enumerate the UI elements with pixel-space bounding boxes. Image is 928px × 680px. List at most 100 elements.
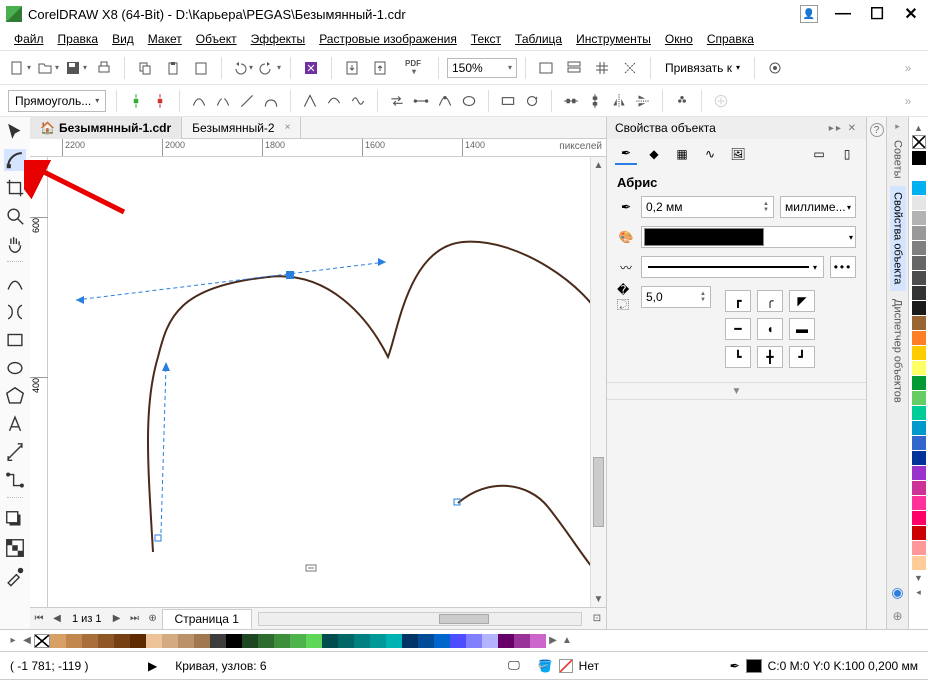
color-swatch[interactable] <box>450 634 466 648</box>
eyedropper-tool[interactable] <box>4 565 26 587</box>
color-swatch[interactable] <box>912 346 926 360</box>
color-swatch[interactable] <box>290 634 306 648</box>
break-nodes-button[interactable] <box>214 92 232 110</box>
color-swatch[interactable] <box>466 634 482 648</box>
color-swatch[interactable] <box>178 634 194 648</box>
color-swatch[interactable] <box>242 634 258 648</box>
align-nodes-h-button[interactable] <box>562 92 580 110</box>
color-swatch[interactable] <box>912 331 926 345</box>
extend-curve-button[interactable] <box>412 92 430 110</box>
outline-indicator[interactable]: ✒ C:0 M:0 Y:0 K:100 0,200 мм <box>730 659 918 673</box>
rectangle-tool[interactable] <box>4 329 26 351</box>
position-center-button[interactable]: ╋ <box>757 346 783 368</box>
color-swatch[interactable] <box>210 634 226 648</box>
join-nodes-button[interactable] <box>190 92 208 110</box>
transparency-tab[interactable]: ▦ <box>671 143 693 165</box>
color-swatch[interactable] <box>258 634 274 648</box>
color-swatch[interactable] <box>274 634 290 648</box>
position-inside-button[interactable]: ┛ <box>789 346 815 368</box>
cusp-node-button[interactable] <box>301 92 319 110</box>
curve-tab[interactable]: ∿ <box>699 143 721 165</box>
color-swatch[interactable] <box>912 466 926 480</box>
menu-edit[interactable]: Правка <box>58 32 99 46</box>
export-button[interactable] <box>368 56 392 80</box>
color-swatch[interactable] <box>912 256 926 270</box>
add-docker-icon[interactable]: ⊕ <box>892 603 902 629</box>
menu-table[interactable]: Таблица <box>515 32 562 46</box>
crop-tool[interactable] <box>4 177 26 199</box>
shape-tool[interactable] <box>4 149 26 171</box>
parallel-dimension-tool[interactable] <box>4 441 26 463</box>
drawing-canvas[interactable] <box>48 157 590 607</box>
color-swatch[interactable] <box>912 301 926 315</box>
miter-limit-input[interactable]: 5,0▲▼ <box>641 286 711 308</box>
outline-color-combo[interactable]: ▾ <box>641 226 856 248</box>
menu-view[interactable]: Вид <box>112 32 134 46</box>
docker-collapse-button[interactable]: ▼ <box>607 382 866 400</box>
vertical-ruler[interactable]: 600 400 <box>30 157 48 607</box>
color-swatch[interactable] <box>912 181 926 195</box>
stretch-nodes-button[interactable] <box>499 92 517 110</box>
toolbar-overflow[interactable]: » <box>896 56 920 80</box>
redo-button[interactable] <box>258 56 282 80</box>
docker-title[interactable]: Свойства объекта▸▸ ✕ <box>607 117 866 139</box>
minimize-button[interactable]: — <box>832 5 854 23</box>
color-swatch[interactable] <box>114 634 130 648</box>
color-swatch[interactable] <box>194 634 210 648</box>
zoom-combo[interactable]: 150% <box>447 58 517 78</box>
open-button[interactable] <box>36 56 60 80</box>
show-rulers-button[interactable] <box>562 56 586 80</box>
color-swatch[interactable] <box>912 511 926 525</box>
hpalette-menu-icon[interactable]: ▸ <box>6 635 20 646</box>
prev-page-button[interactable]: ◀ <box>48 610 66 628</box>
import-button[interactable] <box>340 56 364 80</box>
shape-preset-combo[interactable]: Прямоуголь... <box>8 90 106 112</box>
palette-flyout-icon[interactable]: ◂ <box>916 585 921 599</box>
select-all-nodes-button[interactable] <box>712 92 730 110</box>
search-content-button[interactable] <box>299 56 323 80</box>
color-swatch[interactable] <box>146 634 162 648</box>
corner-round-button[interactable]: ╭ <box>757 290 783 312</box>
outline-units-combo[interactable]: миллиме... <box>780 196 856 218</box>
add-page-button[interactable]: ⊕ <box>144 610 162 628</box>
fill-tab[interactable]: ◆ <box>643 143 665 165</box>
connector-tool[interactable] <box>4 469 26 491</box>
menu-tools[interactable]: Инструменты <box>576 32 651 46</box>
hints-icon[interactable]: ? <box>870 123 884 137</box>
color-swatch[interactable] <box>912 556 926 570</box>
bitmap-tab[interactable]: 🖼 <box>727 143 749 165</box>
corner-miter-button[interactable]: ┏ <box>725 290 751 312</box>
doc-tab-1[interactable]: 🏠 Безымянный-1.cdr <box>30 117 182 139</box>
color-swatch[interactable] <box>912 361 926 375</box>
view-mode-a-button[interactable]: ▭ <box>808 143 830 165</box>
transparency-tool[interactable] <box>4 537 26 559</box>
artistic-media-tool[interactable] <box>4 301 26 323</box>
color-swatch[interactable] <box>226 634 242 648</box>
snap-to-button[interactable]: Привязать к <box>659 57 746 79</box>
color-swatch[interactable] <box>912 316 926 330</box>
reflect-v-button[interactable] <box>634 92 652 110</box>
pin-icon[interactable]: ▸ <box>895 121 900 132</box>
view-mode-b-button[interactable]: ▯ <box>836 143 858 165</box>
pan-tool[interactable] <box>4 233 26 255</box>
color-swatch[interactable] <box>912 526 926 540</box>
show-grid-button[interactable] <box>590 56 614 80</box>
delete-node-button[interactable] <box>151 92 169 110</box>
color-swatch[interactable] <box>912 496 926 510</box>
color-swatch[interactable] <box>418 634 434 648</box>
scroll-thumb[interactable] <box>593 457 604 527</box>
menu-window[interactable]: Окно <box>665 32 693 46</box>
symmetrical-button[interactable] <box>349 92 367 110</box>
menu-layout[interactable]: Макет <box>148 32 182 46</box>
undo-button[interactable] <box>230 56 254 80</box>
menu-text[interactable]: Текст <box>471 32 501 46</box>
palette-up-icon[interactable]: ▲ <box>914 121 923 135</box>
color-swatch[interactable] <box>306 634 322 648</box>
side-tab-object-manager[interactable]: Диспетчер объектов <box>890 293 906 409</box>
cap-round-button[interactable]: ◖ <box>757 318 783 340</box>
clipboard-button[interactable] <box>189 56 213 80</box>
no-color-swatch-h[interactable] <box>34 634 50 648</box>
reflect-h-button[interactable] <box>610 92 628 110</box>
menu-bitmaps[interactable]: Растровые изображения <box>319 32 457 46</box>
menu-effects[interactable]: Эффекты <box>251 32 306 46</box>
